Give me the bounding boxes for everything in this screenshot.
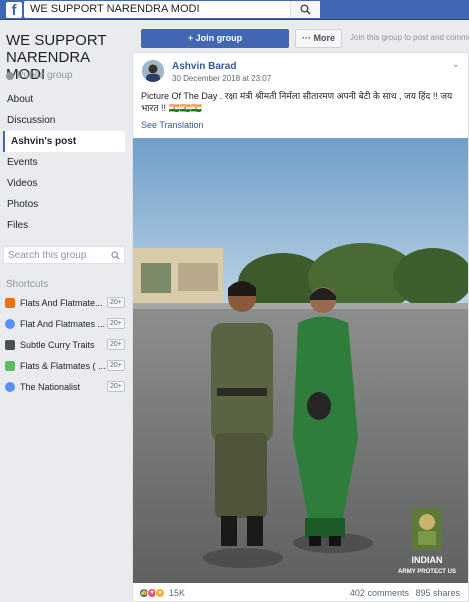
group-icon — [5, 297, 15, 308]
search-group-input[interactable]: Search this group — [3, 246, 125, 264]
nav-item-events[interactable]: Events — [0, 152, 128, 173]
post-author[interactable]: Ashvin Barad — [172, 61, 236, 72]
post-options-icon[interactable]: ⌄ — [452, 59, 460, 70]
shortcut-label: Flat And Flatmates ... — [20, 318, 106, 329]
join-group-button[interactable]: + Join group — [141, 29, 289, 48]
post-card: Ashvin Barad 30 December 2018 at 23:07 ⌄… — [132, 52, 469, 602]
shortcut-label: Subtle Curry Traits — [20, 339, 95, 350]
group-icon — [5, 360, 15, 371]
nav-item-videos[interactable]: Videos — [0, 173, 128, 194]
top-navigation-bar: f WE SUPPORT NARENDRA MODI — [0, 0, 469, 20]
nav-item-about[interactable]: About — [0, 89, 128, 110]
shortcuts-header: Shortcuts — [6, 279, 49, 290]
shortcuts-list: Flats And Flatmate... 20+ Flat And Flatm… — [0, 292, 128, 397]
shortcut-item[interactable]: Subtle Curry Traits 20+ — [0, 334, 128, 355]
globe-icon — [6, 71, 14, 80]
shortcut-item[interactable]: Flats & Flatmates ( ... 20+ — [0, 355, 128, 376]
see-translation-link[interactable]: See Translation — [141, 120, 204, 130]
reaction-count: 15K — [169, 588, 186, 598]
shortcut-label: The Nationalist — [20, 381, 81, 392]
post-text: Picture Of The Day . रक्षा मंत्री श्रीमत… — [141, 91, 453, 113]
group-icon — [5, 381, 15, 392]
nav-item-discussion[interactable]: Discussion — [0, 110, 128, 131]
post-timestamp[interactable]: 30 December 2018 at 23:07 — [172, 74, 271, 83]
wow-reaction-icon: ● — [155, 588, 165, 598]
nav-item-photos[interactable]: Photos — [0, 194, 128, 215]
photo-caption-line1: INDIAN — [412, 555, 443, 565]
search-input[interactable]: WE SUPPORT NARENDRA MODI — [24, 1, 320, 18]
comments-count[interactable]: 402 comments — [350, 588, 409, 598]
shortcut-label: Flats And Flatmate... — [20, 297, 103, 308]
notification-badge: 20+ — [107, 360, 125, 371]
photo-caption-line2: ARMY PROTECT US — [398, 569, 456, 575]
notification-badge: 20+ — [107, 381, 125, 392]
reactions-summary[interactable]: 👍 ♥ ● 15K — [139, 588, 185, 598]
avatar[interactable] — [142, 60, 164, 82]
group-icon — [5, 339, 15, 350]
shortcut-item[interactable]: Flat And Flatmates ... 20+ — [0, 313, 128, 334]
nav-item-files[interactable]: Files — [0, 215, 128, 236]
join-prompt: Join this group to post and comme — [350, 33, 469, 42]
group-icon — [5, 318, 15, 329]
more-button[interactable]: ··· More — [295, 29, 342, 48]
notification-badge: 20+ — [107, 297, 125, 308]
group-privacy: Public group — [6, 70, 73, 81]
facebook-logo-icon[interactable]: f — [6, 2, 22, 18]
notification-badge: 20+ — [107, 318, 125, 329]
notification-badge: 20+ — [107, 339, 125, 350]
post-photo[interactable]: INDIAN ARMY PROTECT US — [133, 138, 468, 583]
shares-count[interactable]: 895 shares — [415, 588, 460, 598]
search-icon — [111, 251, 120, 260]
shortcut-label: Flats & Flatmates ( ... — [20, 360, 106, 371]
nav-item-ashvins-post[interactable]: Ashvin's post — [3, 131, 125, 152]
search-group-placeholder: Search this group — [8, 250, 87, 261]
search-button[interactable] — [290, 1, 320, 18]
shortcut-item[interactable]: The Nationalist 20+ — [0, 376, 128, 397]
search-icon — [300, 4, 311, 15]
shortcut-item[interactable]: Flats And Flatmate... 20+ — [0, 292, 128, 313]
group-navigation: About Discussion Ashvin's post Events Vi… — [0, 89, 128, 236]
post-counts: 402 comments 895 shares — [350, 588, 460, 598]
group-privacy-label: Public group — [17, 70, 73, 81]
